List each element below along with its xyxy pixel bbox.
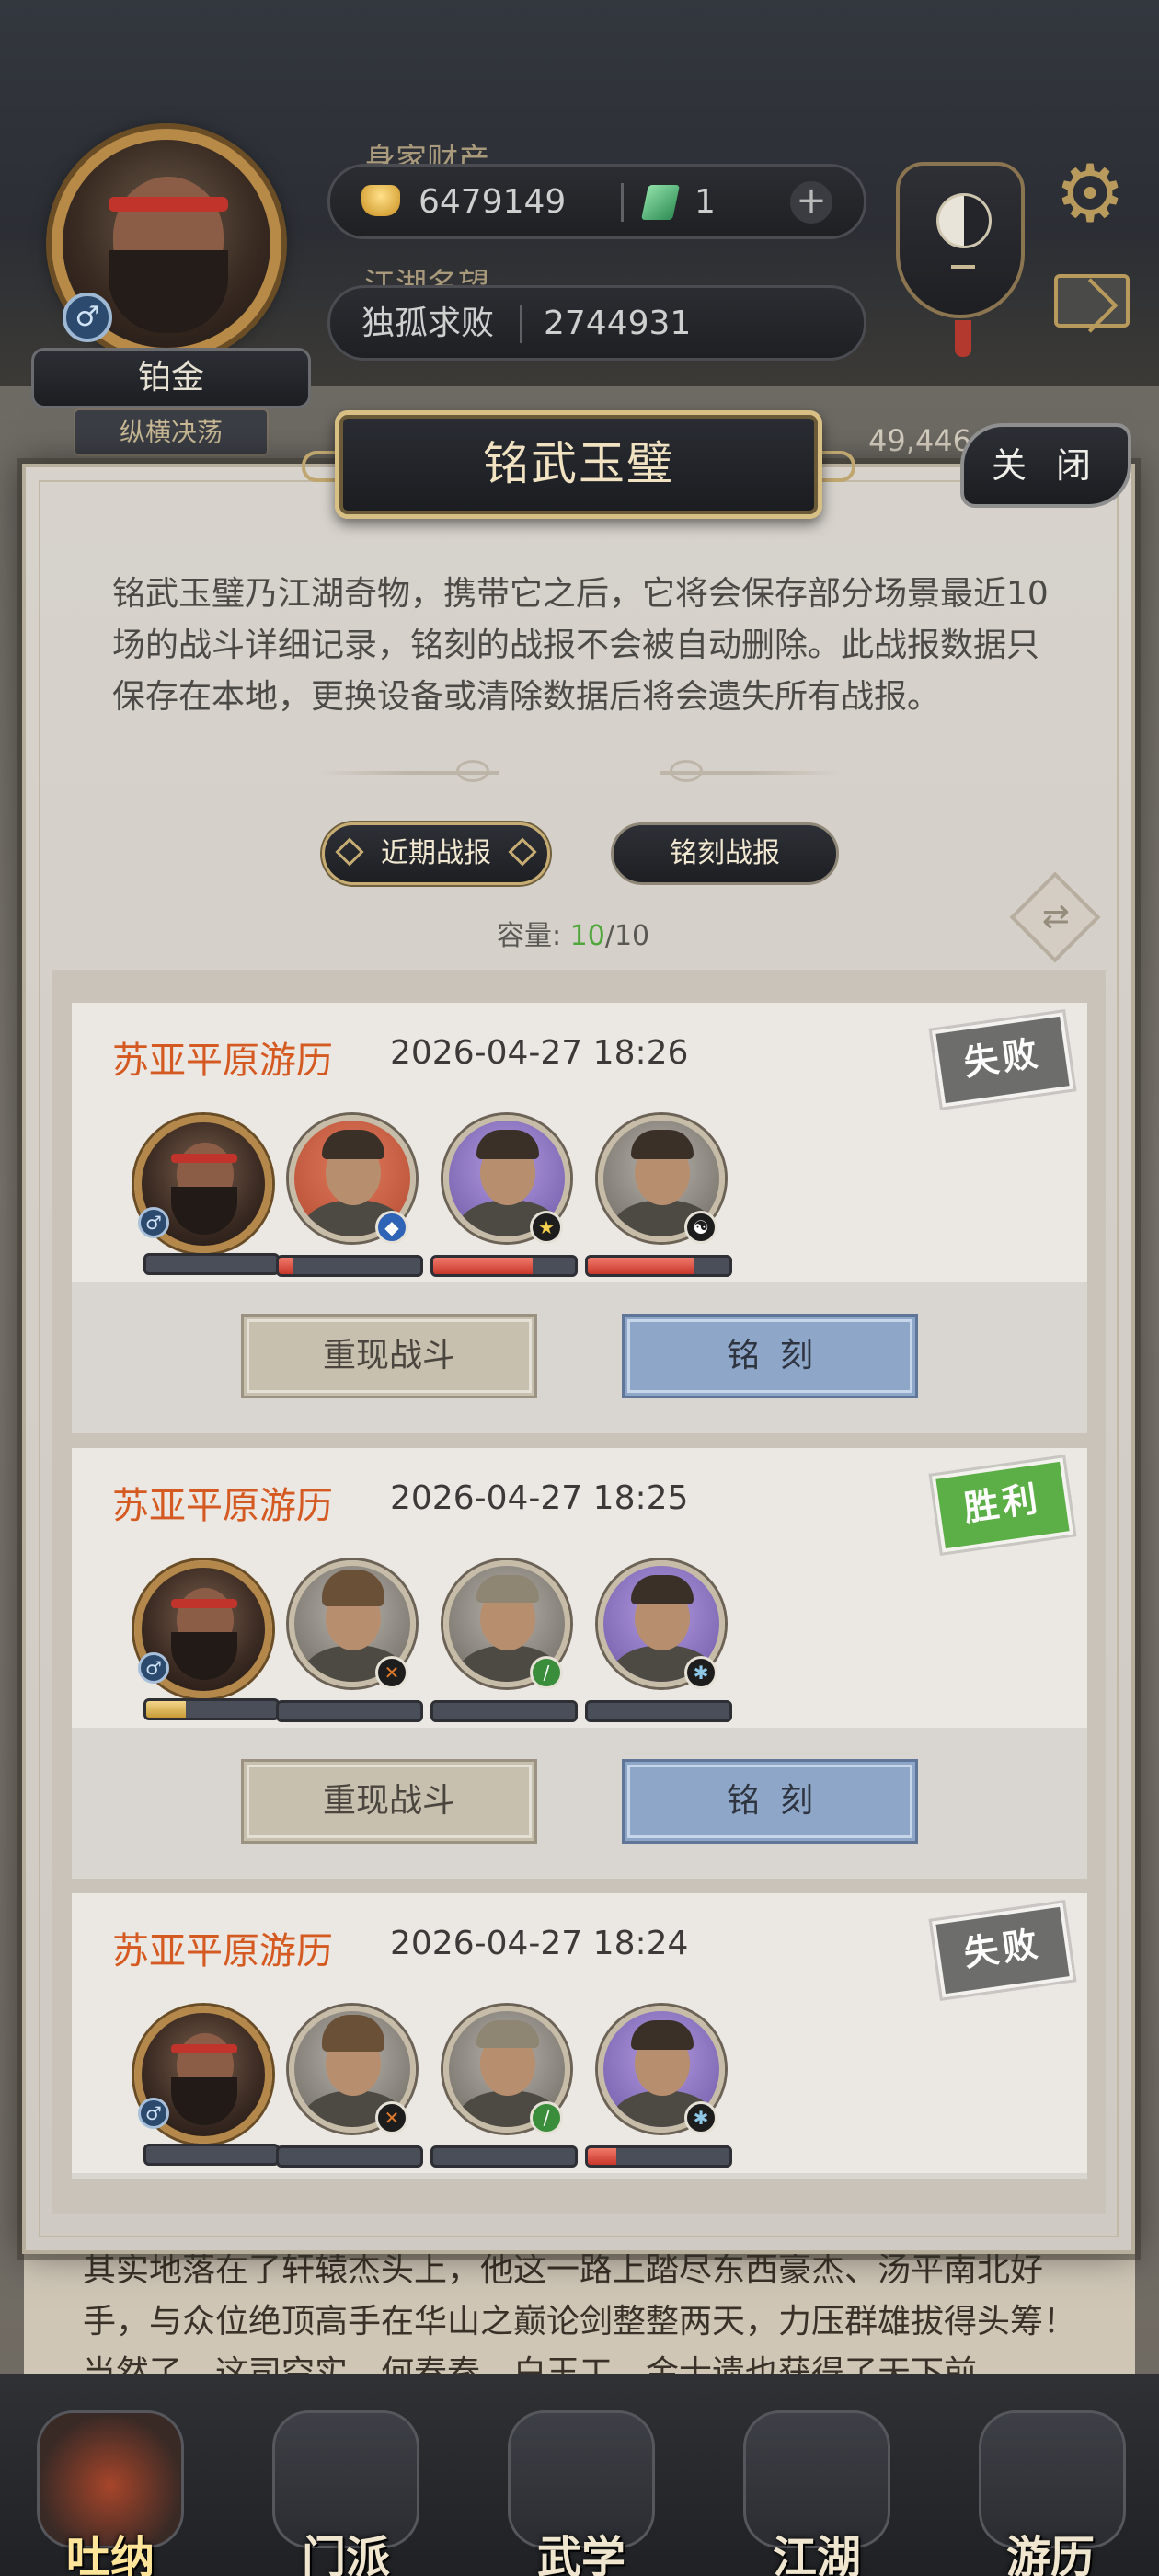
record-time: 2026-04-27 18:24 (390, 1925, 689, 1962)
diamond-ornament-icon (508, 837, 537, 867)
enemy-hp-bar (430, 1700, 578, 1722)
axe-skill-icon: ✕ (375, 2101, 408, 2134)
bottom-navigation: 吐纳 门派 武学 江湖 游历 (0, 2374, 1159, 2576)
axe-skill-icon: ✕ (375, 1656, 408, 1689)
star-skill-icon: ★ (530, 1211, 563, 1244)
sect-emblem[interactable] (896, 162, 1025, 357)
nav-jianghu[interactable]: 江湖 (716, 2410, 918, 2576)
engrave-button[interactable]: 铭刻 (622, 1314, 918, 1398)
enemy-hp-bar (276, 2145, 423, 2168)
divider-ornament (456, 760, 489, 782)
diamond-ornament-icon (335, 837, 364, 867)
tab-label: 近期战报 (381, 837, 491, 869)
title-ornament-left (302, 451, 339, 482)
share-icon: ⇄ (1041, 898, 1071, 936)
fame-value: 2744931 (544, 305, 692, 342)
player-hp-bar (143, 1698, 280, 1720)
jade-value: 1 (694, 183, 716, 221)
blade-skill-icon: / (530, 1656, 563, 1689)
record-location: 苏亚平原游历 (112, 1930, 333, 1972)
water-skill-icon: ◆ (375, 1211, 408, 1244)
record-location: 苏亚平原游历 (112, 1040, 333, 1082)
rank-subtitle: 纵横决荡 (74, 408, 269, 456)
result-stamp: 胜利 (931, 1457, 1074, 1553)
record-time: 2026-04-27 18:26 (390, 1034, 689, 1072)
result-stamp: 失败 (931, 1903, 1074, 1998)
replay-battle-button[interactable]: 重现战斗 (241, 1759, 537, 1844)
male-gender-icon: ♂ (138, 1652, 169, 1684)
story-text: 其实地落在了轩辕杰头上，他这一路上踏尽东西豪杰、汤平南北好手，与众位绝顶高手在华… (24, 2236, 1135, 2374)
background-number: 49,446 (868, 423, 971, 458)
divider (621, 183, 624, 222)
record-summary: 苏亚平原游历 2026-04-27 18:24 失败 ♂ VS ✕ / ✱ (72, 1893, 1087, 2173)
enemy-hp-bar (430, 1255, 578, 1277)
nav-label: 门派 (301, 2532, 390, 2576)
record-summary: 苏亚平原游历 2026-04-27 18:25 胜利 ♂ VS ✕ / ✱ (72, 1448, 1087, 1728)
male-gender-icon: ♂ (138, 2098, 169, 2129)
player-hp-bar (143, 1253, 280, 1275)
record-location: 苏亚平原游历 (112, 1485, 333, 1527)
enemy-hp-bar (585, 1700, 732, 1722)
battle-record: 苏亚平原游历 2026-04-27 18:26 失败 ♂ VS ◆ ★ ☯ 重现… (72, 1003, 1087, 1433)
player-hp-bar (143, 2144, 280, 2166)
enemy-hp-bar (585, 1255, 732, 1277)
engrave-button[interactable]: 铭刻 (622, 1759, 918, 1844)
tab-engraved-reports[interactable]: 铭刻战报 (611, 822, 839, 885)
gear-icon[interactable]: ⚙ (1049, 153, 1131, 236)
gold-ingot-icon (361, 185, 400, 216)
fame-title: 独孤求败 (361, 305, 495, 342)
taiji-skill-icon: ☯ (684, 1211, 717, 1244)
blade-skill-icon: / (530, 2101, 563, 2134)
nav-tuna[interactable]: 吐纳 (9, 2410, 212, 2576)
enemy-hp-bar (276, 1255, 423, 1277)
title-ornament-right (819, 451, 855, 482)
capacity-label: 容量: (497, 920, 562, 952)
taiji-icon (936, 193, 992, 248)
mail-icon[interactable] (1054, 274, 1130, 333)
tab-recent-reports[interactable]: 近期战报 (322, 822, 550, 885)
male-gender-icon: ♂ (138, 1207, 169, 1238)
dialog-description: 铭武玉璧乃江湖奇物，携带它之后，它将会保存部分场景最近10场的战斗详细记录，铭刻… (112, 575, 1049, 716)
rank-plate: 铂金 (31, 348, 311, 408)
wealth-bar: 6479149 1 + (327, 164, 866, 239)
enemy-hp-bar (430, 2145, 578, 2168)
nav-label: 武学 (536, 2532, 625, 2576)
dialog-title: 铭武玉璧 (335, 410, 822, 519)
nav-label: 吐纳 (65, 2532, 155, 2576)
nav-label: 江湖 (772, 2532, 861, 2576)
nav-sect[interactable]: 门派 (245, 2410, 447, 2576)
capacity-indicator: 容量: 10/10 (497, 913, 681, 953)
record-time: 2026-04-27 18:25 (390, 1479, 689, 1517)
enemy-hp-bar (276, 1700, 423, 1722)
record-actions: 重现战斗 铭刻 (72, 1728, 1087, 1879)
capacity-current: 10 (569, 920, 605, 952)
replay-battle-button[interactable]: 重现战斗 (241, 1314, 537, 1398)
nav-martial-arts[interactable]: 武学 (480, 2410, 683, 2576)
jade-icon (640, 185, 681, 220)
battle-report-list[interactable]: 苏亚平原游历 2026-04-27 18:26 失败 ♂ VS ◆ ★ ☯ 重现… (52, 970, 1106, 2214)
nav-travel[interactable]: 游历 (951, 2410, 1150, 2576)
male-gender-icon: ♂ (63, 293, 112, 342)
battle-record: 苏亚平原游历 2026-04-27 18:24 失败 ♂ VS ✕ / ✱ (72, 1893, 1087, 2179)
tab-label: 铭刻战报 (670, 837, 780, 869)
fame-bar: 独孤求败 2744931 (327, 285, 866, 361)
close-button[interactable]: 关 闭 (960, 423, 1131, 508)
add-currency-button[interactable]: + (790, 181, 832, 224)
ice-skill-icon: ✱ (684, 1656, 717, 1689)
record-actions: 重现战斗 铭刻 (72, 1282, 1087, 1433)
result-stamp: 失败 (931, 1012, 1074, 1108)
enemy-hp-bar (585, 2145, 732, 2168)
divider-ornament (670, 760, 703, 782)
record-summary: 苏亚平原游历 2026-04-27 18:26 失败 ♂ VS ◆ ★ ☯ (72, 1003, 1087, 1282)
ice-skill-icon: ✱ (684, 2101, 717, 2134)
battle-record: 苏亚平原游历 2026-04-27 18:25 胜利 ♂ VS ✕ / ✱ 重现… (72, 1448, 1087, 1879)
money-value: 6479149 (419, 183, 567, 221)
nav-label: 游历 (1005, 2532, 1095, 2576)
capacity-max: /10 (604, 920, 650, 952)
divider (520, 305, 522, 343)
